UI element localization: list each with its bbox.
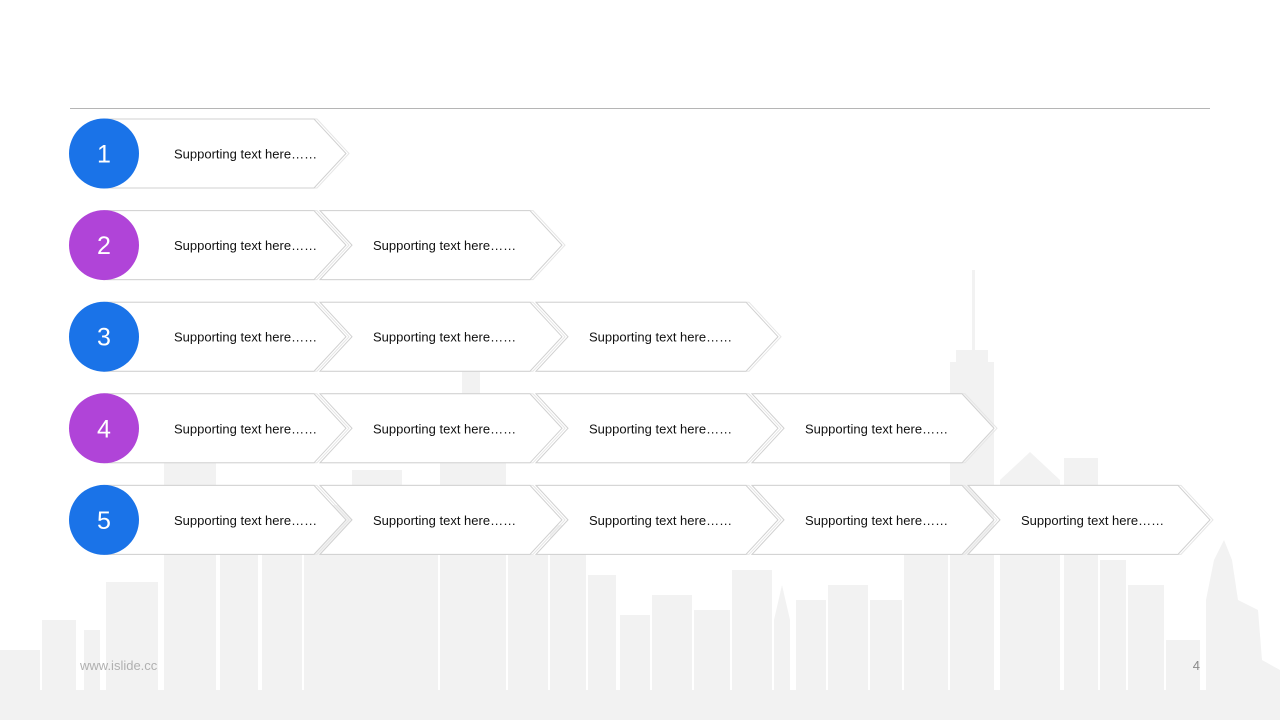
- step-chevron-diagram: Supporting text here……1Supporting text h…: [69, 118, 1214, 555]
- step-row-3: Supporting text here…… Supporting text he…: [69, 301, 782, 372]
- chevron-label: Supporting text here……: [373, 421, 516, 436]
- step-row-2: Supporting text here…… Supporting text he…: [69, 210, 566, 281]
- chevron-label: Supporting text here……: [373, 238, 516, 253]
- chevron-label: Supporting text here……: [174, 421, 317, 436]
- chevron-label: Supporting text here……: [373, 330, 516, 345]
- chevron-label: Supporting text here……: [805, 421, 948, 436]
- chevron-label: Supporting text here……: [373, 513, 516, 528]
- chevron-label: Supporting text here……: [589, 421, 732, 436]
- chevron-label: Supporting text here……: [174, 330, 317, 345]
- slide: Supporting text here…… 1 Supporting text h…: [0, 0, 1280, 720]
- step-number: 5: [97, 507, 111, 535]
- chevron-label: Supporting text here……: [589, 513, 732, 528]
- chevron-label: Supporting text here……: [174, 513, 317, 528]
- chevron-label: Supporting text here……: [174, 147, 317, 162]
- chevron-label: Supporting text here……: [174, 238, 317, 253]
- chevron-label: Supporting text here……: [589, 330, 732, 345]
- chevron-label: Supporting text here……: [805, 513, 948, 528]
- footer-url[interactable]: www.islide.cc: [80, 658, 157, 673]
- step-row-5: Supporting text here…… Supporting text he…: [69, 484, 1214, 555]
- step-row-1: Supporting text here…… 1: [69, 118, 350, 189]
- step-number: 4: [97, 415, 111, 443]
- step-number: 1: [97, 141, 111, 169]
- step-row-4: Supporting text here…… Supporting text he…: [69, 393, 998, 464]
- step-number: 3: [97, 324, 111, 352]
- chevron-label: Supporting text here……: [1021, 513, 1164, 528]
- page-number: 4: [1192, 658, 1200, 673]
- step-number: 2: [97, 232, 111, 260]
